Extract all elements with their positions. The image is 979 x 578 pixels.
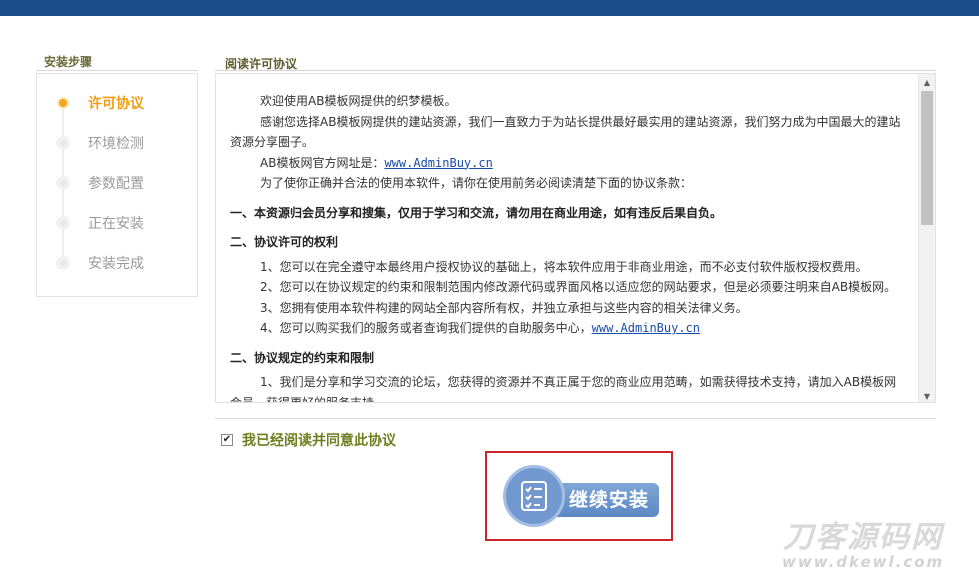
step-dot-icon xyxy=(56,256,70,270)
checklist-icon xyxy=(503,465,565,527)
step-env-check: 环境检测 xyxy=(56,133,144,153)
step-complete: 安装完成 xyxy=(56,253,144,273)
step-label: 正在安装 xyxy=(88,216,144,232)
service-center-text: 4、您可以购买我们的服务或者查询我们提供的自助服务中心， xyxy=(260,321,592,335)
step-active-dot-icon xyxy=(56,96,70,110)
license-paragraph: 为了使你正确并合法的使用本软件，请你在使用前务必阅读清楚下面的协议条款： xyxy=(260,176,693,190)
service-center-link[interactable]: www.AdminBuy.cn xyxy=(592,321,700,335)
license-clause: 2、您可以在协议规定的约束和限制范围内修改源代码或界面风格以适应您的网站要求，但… xyxy=(260,280,897,294)
license-clause: 3、您拥有使用本软件构建的网站全部内容所有权，并独立承担与这些内容的相关法律义务… xyxy=(260,300,748,315)
continue-install-button[interactable]: 继续安装 xyxy=(503,465,661,527)
continue-button-label: 继续安装 xyxy=(569,489,650,511)
license-textarea[interactable]: 欢迎使用AB模板网提供的织梦模板。 感谢您选择AB模板网提供的建站资源，我们一直… xyxy=(215,73,936,403)
site-watermark: 刀客源码网 www.dkewl.com xyxy=(782,520,945,571)
step-dot-icon xyxy=(56,136,70,150)
site-url-label: AB模板网官方网址是： xyxy=(260,155,385,170)
scrollbar-thumb[interactable] xyxy=(921,91,933,225)
license-text: 欢迎使用AB模板网提供的织梦模板。 感谢您选择AB模板网提供的建站资源，我们一直… xyxy=(216,74,920,403)
step-label: 许可协议 xyxy=(88,96,144,112)
license-clause: 4、您可以购买我们的服务或者查询我们提供的自助服务中心，www.AdminBuy… xyxy=(230,318,906,339)
watermark-title: 刀客源码网 xyxy=(783,520,944,555)
license-section-heading: 二、协议许可的权利 xyxy=(230,235,339,249)
step-license: 许可协议 xyxy=(56,93,144,113)
license-paragraph: 欢迎使用AB模板网提供的织梦模板。 xyxy=(260,94,457,108)
scroll-down-arrow-icon[interactable]: ▼ xyxy=(919,388,935,402)
license-paragraph: 感谢您选择AB模板网提供的建站资源，我们一直致力于为站长提供最好最实用的建站资源… xyxy=(230,114,901,150)
top-banner xyxy=(0,0,979,16)
agree-divider xyxy=(215,418,936,419)
license-section-heading: 二、协议规定的约束和限制 xyxy=(230,350,375,365)
license-scrollbar[interactable]: ▲ ▼ xyxy=(918,74,935,402)
step-dot-icon xyxy=(56,176,70,190)
license-clause: 1、您可以在完全遵守本最终用户授权协议的基础上，将本软件应用于非商业用途，而不必… xyxy=(260,259,868,274)
agree-checkbox[interactable]: ✔ xyxy=(221,434,233,446)
scroll-up-arrow-icon[interactable]: ▲ xyxy=(919,74,935,90)
agree-row[interactable]: ✔ 我已经阅读并同意此协议 xyxy=(221,430,396,450)
license-section-heading: 一、本资源归会员分享和搜集，仅用于学习和交流，请勿用在商业用途，如有违反后果自负… xyxy=(230,205,723,220)
watermark-url: www.dkewl.com xyxy=(782,553,945,571)
steps-title-divider xyxy=(36,70,198,71)
steps-title: 安装步骤 xyxy=(44,55,93,69)
license-paragraph: AB模板网官方网址是：www.AdminBuy.cn xyxy=(230,153,906,174)
step-label: 参数配置 xyxy=(88,176,144,192)
agree-label[interactable]: 我已经阅读并同意此协议 xyxy=(242,430,396,450)
title-divider xyxy=(215,70,936,71)
license-clause: 1、我们是分享和学习交流的论坛，您获得的资源并不真正属于您的商业应用范畴，如需获… xyxy=(230,375,897,403)
step-installing: 正在安装 xyxy=(56,213,144,233)
step-label: 环境检测 xyxy=(88,136,144,152)
step-dot-icon xyxy=(56,216,70,230)
step-config: 参数配置 xyxy=(56,173,144,193)
site-url-link[interactable]: www.AdminBuy.cn xyxy=(384,156,492,170)
step-label: 安装完成 xyxy=(88,256,144,272)
